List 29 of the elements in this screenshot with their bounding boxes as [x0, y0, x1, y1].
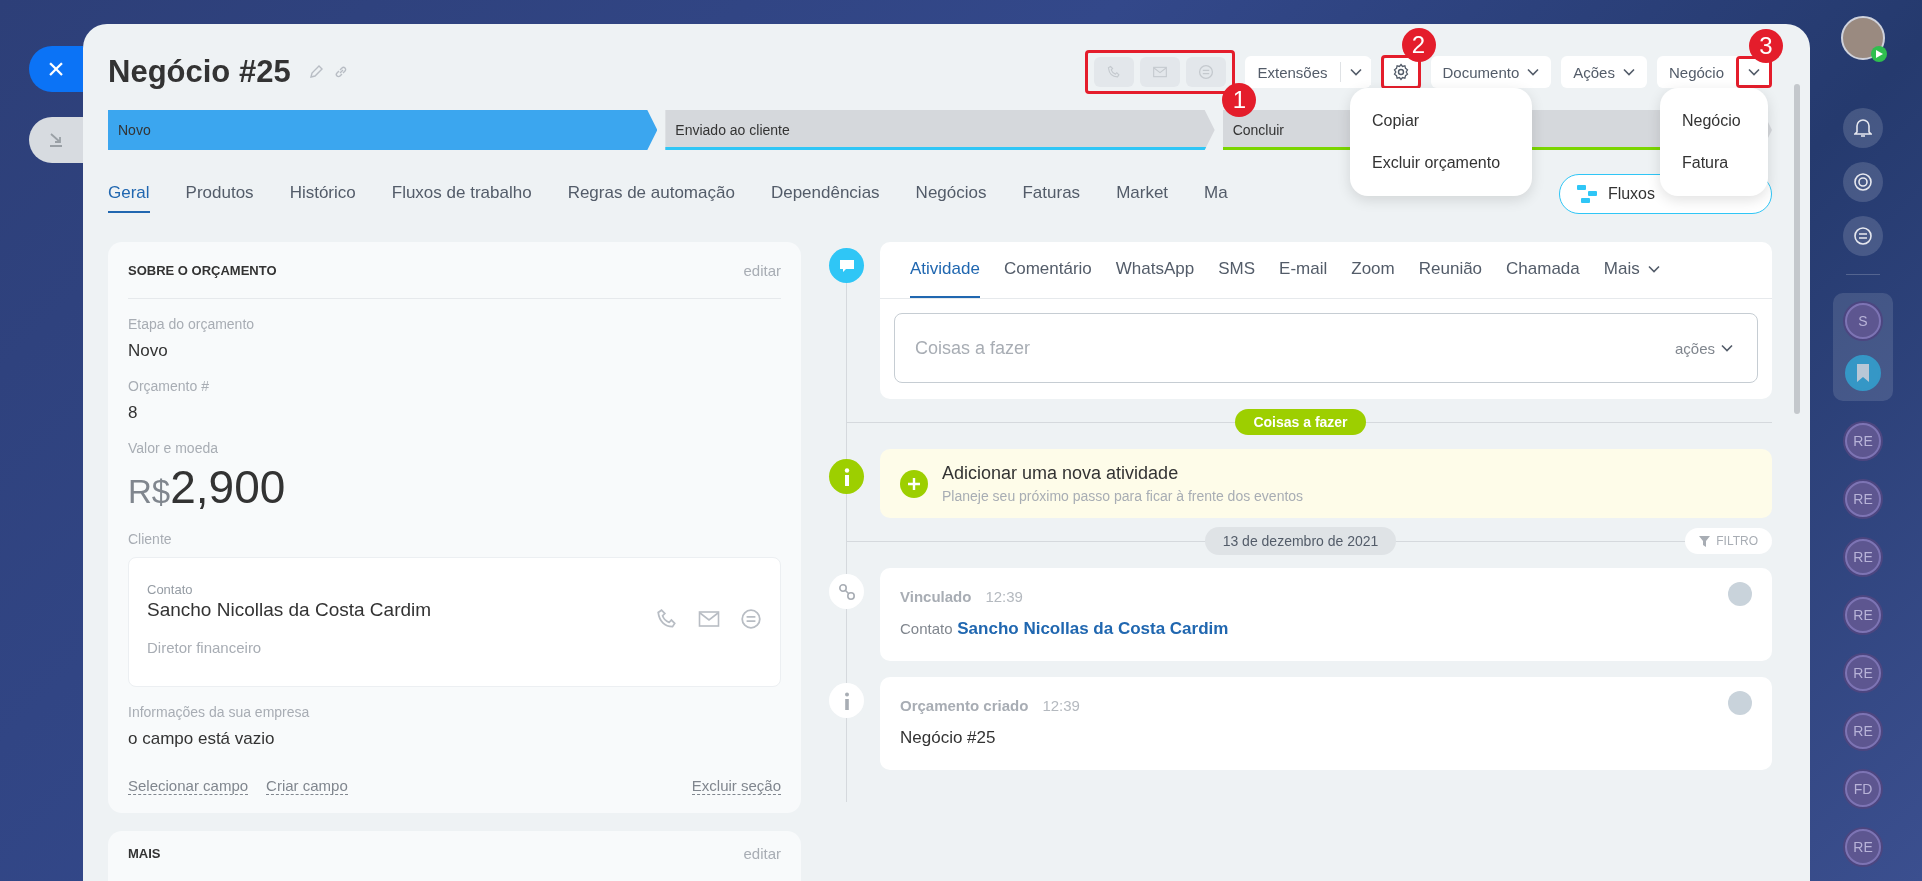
banner-subtitle: Planeje seu próximo passo para ficar à frente dos eventos: [942, 488, 1304, 504]
event-time: 12:39: [1042, 697, 1080, 714]
number-badge: 1: [1222, 83, 1257, 117]
field-value: 8: [128, 403, 139, 423]
number-badge: 2: [1401, 28, 1436, 62]
contact-position: Diretor financeiro: [147, 639, 263, 656]
contact-name: Sancho Nicollas da Costa Cardim: [147, 599, 433, 621]
event-title: Vinculado: [900, 588, 972, 605]
currency-symbol: R$: [128, 473, 171, 510]
field-label: Etapa do orçamento: [128, 316, 256, 332]
event-label: Contato: [900, 620, 953, 637]
section-title: MAIS: [128, 845, 161, 861]
field-label: Valor e moeda: [128, 440, 219, 456]
contact-label: Contato: [147, 582, 194, 597]
section-pill: Coisas a fazer: [1235, 409, 1366, 435]
date-label: 13 de dezembro de 2021: [1204, 527, 1397, 555]
page-title: Negócio #25: [108, 54, 291, 90]
event-text: Negócio #25: [900, 728, 997, 748]
amount-value: 2,900: [170, 461, 286, 513]
event-title: Orçamento criado: [900, 697, 1029, 714]
number-badge: 3: [1749, 29, 1783, 63]
field-value: Novo: [128, 341, 169, 361]
field-label: Orçamento #: [128, 378, 210, 394]
field-value: o campo está vazio: [128, 729, 276, 749]
event-time: 12:39: [985, 588, 1023, 605]
section-title: SOBRE O ORÇAMENTO: [128, 262, 277, 278]
banner-title: Adicionar uma nova atividade: [942, 463, 1180, 484]
field-label: Cliente: [128, 531, 173, 547]
field-label: Informações da sua empresa: [128, 704, 311, 720]
